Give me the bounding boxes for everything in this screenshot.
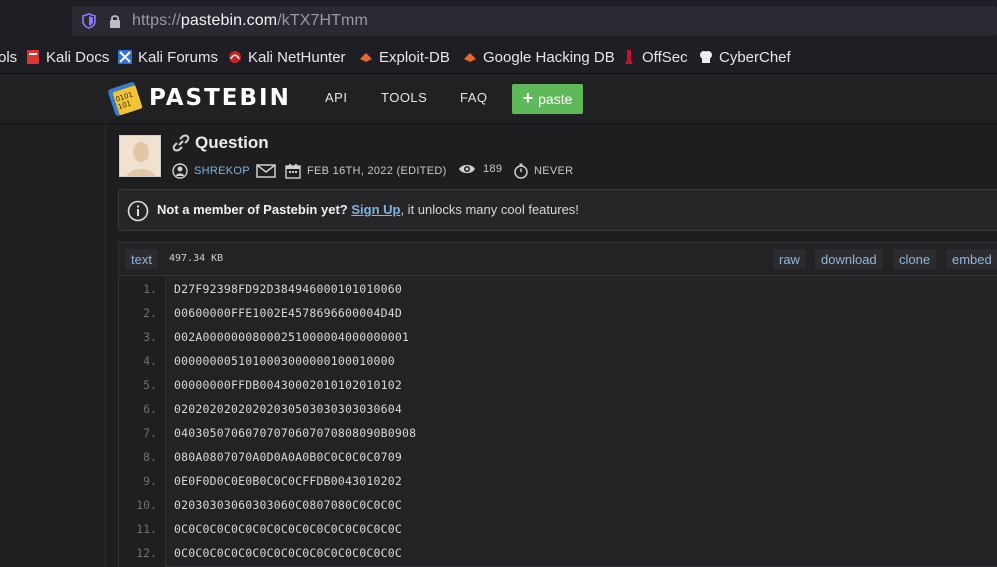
url-host: pastebin.com [180, 12, 278, 29]
kali-forums-icon [118, 50, 132, 64]
bookmark-label: Google Hacking DB [483, 48, 615, 66]
clone-button[interactable]: clone [893, 249, 937, 269]
syntax-badge[interactable]: text [125, 249, 158, 269]
embed-button[interactable]: embed [946, 249, 997, 269]
line-number: 10. [136, 498, 157, 512]
code-line[interactable]: 002A00000008000251000004000000001 [174, 330, 409, 344]
nav-api[interactable]: API [325, 90, 347, 105]
paste-expiry: NEVER [513, 163, 573, 179]
line-number: 1. [143, 282, 157, 296]
code-line[interactable]: D27F92398FD92D384946000101010060 [174, 282, 402, 296]
offsec-icon [625, 50, 633, 64]
bookmarks-toolbar: ols Kali Docs Kali Forums Kali NetHunter… [0, 40, 997, 74]
address-bar[interactable]: https://pastebin.com/kTX7HTmm [72, 6, 997, 36]
kali-docs-icon [27, 50, 39, 64]
paste-author[interactable]: SHREKOP [172, 163, 276, 179]
notice-lead: Not a member of Pastebin yet? [157, 202, 348, 217]
bookmark-label: Kali Docs [46, 48, 110, 66]
code-line[interactable]: 02030303060303060C0807080C0C0C0C [174, 498, 402, 512]
bookmark-label: CyberChef [719, 48, 791, 66]
code-line[interactable]: 00600000FFE1002E4578696600004D4D [174, 306, 402, 320]
code-header: text 497.34 KB raw download clone embed [119, 243, 997, 276]
notice-tail: , it unlocks many cool features! [400, 202, 579, 217]
link-icon [172, 134, 190, 152]
sign-up-link[interactable]: Sign Up [351, 202, 400, 217]
exploit-db-icon [360, 53, 372, 62]
url-text[interactable]: https://pastebin.com/kTX7HTmm [132, 12, 368, 30]
bookmark-label: OffSec [642, 48, 688, 66]
bookmark-exploit-db[interactable]: Exploit-DB [359, 47, 450, 67]
cyberchef-icon [700, 51, 712, 63]
author-avatar[interactable] [119, 135, 161, 177]
line-number: 8. [143, 450, 157, 464]
browser-toolbar: https://pastebin.com/kTX7HTmm [0, 0, 997, 40]
line-number: 4. [143, 354, 157, 368]
paste-date: FEB 16TH, 2022 (EDITED) [285, 163, 447, 179]
url-path: /kTX7HTmm [277, 12, 368, 29]
line-number: 5. [143, 378, 157, 392]
info-icon [127, 200, 149, 222]
line-number: 9. [143, 474, 157, 488]
line-number: 3. [143, 330, 157, 344]
paste-views: 189 [458, 163, 502, 175]
line-number: 12. [136, 546, 157, 560]
code-box: text 497.34 KB raw download clone embed … [118, 242, 997, 567]
paste-expiry-text: NEVER [534, 165, 574, 177]
bookmark-google-hacking-db[interactable]: Google Hacking DB [463, 47, 615, 67]
line-number: 11. [136, 522, 157, 536]
paste-title: Question [195, 133, 269, 152]
lock-icon[interactable] [108, 13, 122, 29]
code-line[interactable]: 0C0C0C0C0C0C0C0C0C0C0C0C0C0C0C0C [174, 522, 402, 536]
line-number: 7. [143, 426, 157, 440]
author-name[interactable]: SHREKOP [194, 165, 250, 177]
line-number-gutter: 1. 2. 3. 4. 5. 6. 7. 8. 9. 10. 11. 12. [119, 277, 166, 567]
bookmark-label: Exploit-DB [379, 48, 450, 66]
line-number: 6. [143, 402, 157, 416]
code-line[interactable]: 0000000051010003000000100010000 [174, 354, 395, 368]
new-paste-button[interactable]: + paste [512, 84, 583, 114]
bookmark-kali-nethunter[interactable]: Kali NetHunter [228, 47, 346, 67]
kali-nethunter-icon [229, 51, 241, 63]
bookmark-kali-docs[interactable]: Kali Docs [26, 47, 109, 67]
site-logo-text[interactable]: PASTEBIN [149, 85, 291, 111]
code-line[interactable]: 00000000FFDB00430002010102010102 [174, 378, 402, 392]
stopwatch-icon [514, 163, 528, 179]
bookmark-label: Kali NetHunter [248, 48, 346, 66]
url-scheme: https:// [132, 12, 181, 29]
bookmark-offsec[interactable]: OffSec [622, 47, 688, 67]
raw-button[interactable]: raw [773, 249, 806, 269]
eye-icon [459, 164, 475, 174]
paste-views-count: 189 [483, 163, 503, 175]
bookmark-label: Kali Forums [138, 48, 219, 66]
bookmark-kali-forums[interactable]: Kali Forums [118, 47, 218, 67]
pastebin-logo-icon[interactable]: 0101 101 [108, 79, 144, 117]
user-icon [172, 163, 188, 179]
code-line[interactable]: 04030507060707070607070808090B0908 [174, 426, 416, 440]
code-line[interactable]: 02020202020202030503030303030604 [174, 402, 402, 416]
code-line[interactable]: 080A0807070A0D0A0A0B0C0C0C0C0709 [174, 450, 402, 464]
signup-notice: Not a member of Pastebin yet? Sign Up, i… [118, 189, 997, 231]
line-number: 2. [143, 306, 157, 320]
plus-icon: + [522, 87, 534, 108]
nav-faq[interactable]: FAQ [460, 90, 488, 105]
code-line[interactable]: 0E0F0D0C0E0B0C0C0CFFDB0043010202 [174, 474, 402, 488]
new-paste-label: paste [538, 91, 573, 107]
site-header: 0101 101 PASTEBIN API TOOLS FAQ + paste [0, 74, 997, 124]
avatar-silhouette-icon [120, 136, 160, 176]
nav-tools[interactable]: TOOLS [381, 90, 427, 105]
bookmark-cyberchef[interactable]: CyberChef [699, 47, 791, 67]
paste-size: 497.34 KB [169, 253, 224, 264]
bookmark-label: ols [0, 48, 18, 66]
notice-text: Not a member of Pastebin yet? Sign Up, i… [157, 202, 579, 217]
download-button[interactable]: download [815, 249, 883, 269]
message-envelope-icon[interactable] [256, 164, 276, 178]
tracking-shield-icon[interactable] [82, 13, 96, 29]
paste-date-text: FEB 16TH, 2022 (EDITED) [307, 165, 447, 177]
calendar-icon [285, 164, 301, 179]
left-sidebar [0, 124, 106, 567]
bookmark-tools[interactable]: ols [0, 47, 17, 67]
code-line[interactable]: 0C0C0C0C0C0C0C0C0C0C0C0C0C0C0C0C [174, 546, 402, 560]
ghdb-icon [464, 53, 476, 62]
